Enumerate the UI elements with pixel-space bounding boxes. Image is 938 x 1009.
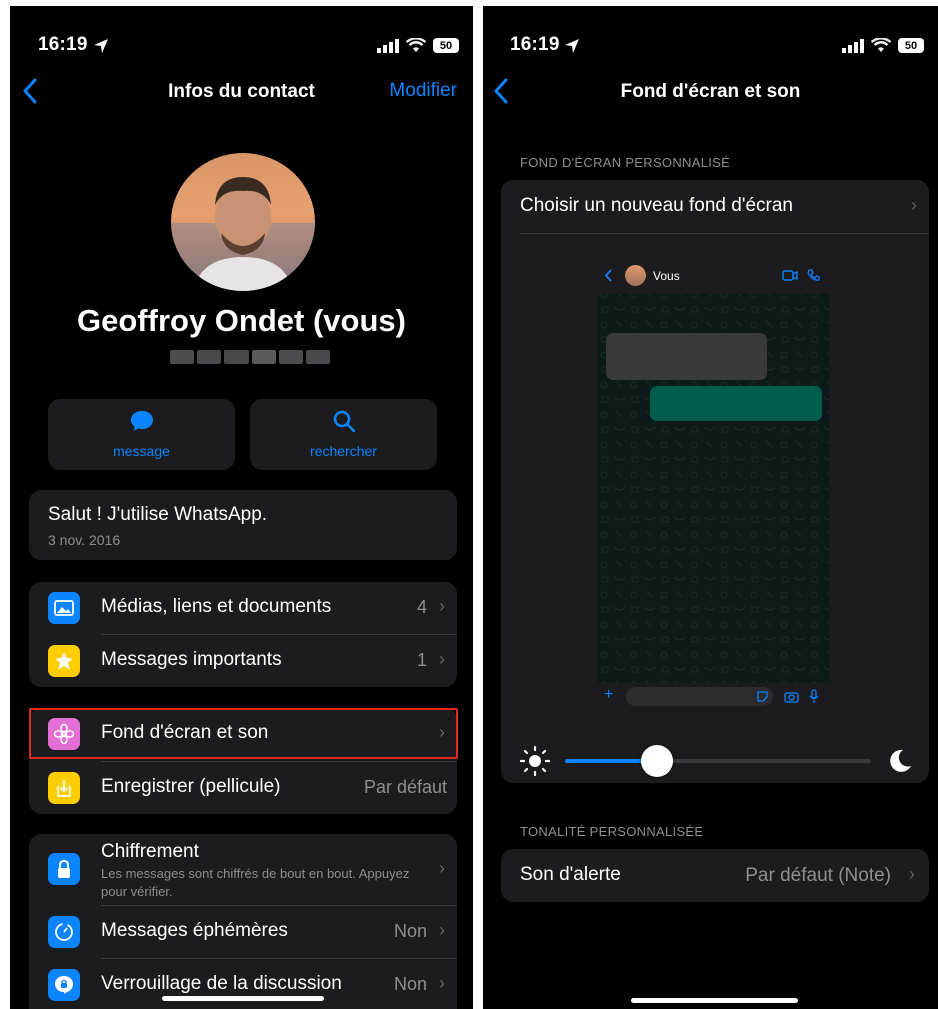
chevron-right-icon: › bbox=[439, 973, 445, 993]
brightness-slider[interactable] bbox=[565, 745, 871, 777]
list-item-value: Non bbox=[393, 921, 427, 941]
location-arrow-icon bbox=[94, 39, 108, 53]
list-item-label: Messages importants bbox=[101, 649, 282, 670]
status-time: 16:19 bbox=[38, 34, 88, 55]
home-indicator[interactable] bbox=[162, 996, 324, 1001]
preview-contact-name: Vous bbox=[653, 269, 680, 283]
chat-bubble-icon bbox=[131, 411, 153, 431]
chevron-right-icon: › bbox=[439, 649, 445, 669]
status-time: 16:19 bbox=[510, 34, 560, 55]
list-item-encryption[interactable]: Chiffrement Les messages sont chiffrés d… bbox=[29, 834, 457, 904]
wallpaper-doodle-pattern bbox=[598, 257, 829, 710]
message-action-label: message bbox=[113, 443, 170, 459]
wallpaper-sound-screen: 16:19 50 Fond d'écran et son FOND D'ÉCRA… bbox=[483, 6, 938, 1009]
brightness-slider-thumb[interactable] bbox=[640, 745, 673, 777]
phone-number-blurred bbox=[170, 350, 331, 364]
chevron-right-icon: › bbox=[439, 858, 445, 878]
phone-icon bbox=[807, 269, 820, 281]
message-action-button[interactable]: message bbox=[48, 399, 235, 470]
preview-incoming-bubble bbox=[606, 333, 767, 380]
preview-header: Vous bbox=[598, 257, 829, 294]
home-indicator[interactable] bbox=[631, 998, 798, 1003]
list-item-important[interactable]: Messages importants 1 › bbox=[29, 635, 457, 687]
privacy-group-card: Chiffrement Les messages sont chiffrés d… bbox=[29, 834, 457, 1009]
alert-sound-value: Par défaut (Note) bbox=[745, 865, 891, 886]
star-icon bbox=[48, 645, 80, 677]
chat-lock-icon bbox=[48, 969, 80, 1001]
list-item-label: Enregistrer (pellicule) bbox=[101, 776, 281, 797]
chevron-right-icon: › bbox=[439, 596, 445, 616]
wallpaper-card: Choisir un nouveau fond d'écran › Vous + bbox=[501, 180, 929, 783]
profile-photo bbox=[171, 177, 315, 291]
search-icon bbox=[333, 410, 356, 433]
wifi-icon bbox=[406, 38, 426, 52]
microphone-icon bbox=[809, 689, 819, 703]
photo-icon bbox=[48, 592, 80, 624]
wallpaper-section-header: FOND D'ÉCRAN PERSONNALISÉ bbox=[520, 155, 731, 170]
preview-text-field bbox=[626, 687, 773, 706]
cellular-signal-icon bbox=[842, 38, 864, 53]
avatar[interactable] bbox=[171, 153, 315, 291]
contact-info-screen: 16:19 50 Infos du contact Modifier Geoff… bbox=[10, 6, 473, 1009]
media-group-card: Médias, liens et documents 4 › Messages … bbox=[29, 582, 457, 687]
plus-icon: + bbox=[604, 686, 614, 703]
list-item-value: Non bbox=[393, 974, 427, 994]
preview-avatar bbox=[625, 265, 646, 286]
battery-icon: 50 bbox=[898, 38, 924, 53]
page-title: Fond d'écran et son bbox=[620, 81, 801, 102]
wifi-icon bbox=[871, 38, 891, 52]
camera-icon bbox=[784, 692, 799, 703]
list-item-label: Messages éphémères bbox=[101, 920, 288, 941]
save-icon bbox=[48, 772, 80, 804]
chevron-right-icon: › bbox=[911, 195, 917, 215]
video-call-icon bbox=[782, 270, 798, 281]
list-item-label: Verrouillage de la discussion bbox=[101, 973, 342, 994]
moon-icon bbox=[890, 749, 911, 772]
list-item-chat-lock[interactable]: Verrouillage de la discussion Non › bbox=[29, 959, 457, 1009]
sticker-icon bbox=[757, 691, 768, 702]
list-item-value: Par défaut bbox=[363, 777, 447, 797]
list-item-ephemeral[interactable]: Messages éphémères Non › bbox=[29, 906, 457, 958]
location-arrow-icon bbox=[565, 39, 579, 53]
contact-name: Geoffroy Ondet (vous) bbox=[77, 303, 406, 338]
about-date: 3 nov. 2016 bbox=[48, 532, 121, 548]
search-action-button[interactable]: rechercher bbox=[250, 399, 437, 470]
alert-sound-label: Son d'alerte bbox=[520, 864, 621, 885]
about-text: Salut ! J'utilise WhatsApp. bbox=[48, 504, 268, 525]
encryption-subtitle: Les messages sont chiffrés de bout en bo… bbox=[101, 866, 410, 899]
alert-sound-row[interactable]: Son d'alerte Par défaut (Note) › bbox=[501, 849, 929, 902]
list-item-count: 1 bbox=[416, 650, 427, 670]
edit-button[interactable]: Modifier bbox=[389, 80, 457, 102]
status-bar: 16:19 50 bbox=[483, 34, 938, 62]
tone-section-header: TONALITÉ PERSONNALISÉE bbox=[520, 824, 704, 839]
highlight-frame bbox=[29, 708, 458, 759]
timer-icon bbox=[48, 916, 80, 948]
list-item-save-camera-roll[interactable]: Enregistrer (pellicule) Par défaut bbox=[29, 762, 457, 814]
lock-icon bbox=[48, 853, 80, 885]
list-item-medias[interactable]: Médias, liens et documents 4 › bbox=[29, 582, 457, 634]
sun-icon bbox=[520, 746, 550, 776]
about-card[interactable]: Salut ! J'utilise WhatsApp. 3 nov. 2016 bbox=[29, 490, 457, 560]
list-item-label: Médias, liens et documents bbox=[101, 596, 332, 617]
preview-outgoing-bubble bbox=[650, 386, 822, 421]
chevron-right-icon: › bbox=[909, 864, 915, 884]
search-action-label: rechercher bbox=[310, 443, 377, 459]
preview-input-bar: + bbox=[598, 683, 829, 710]
choose-wallpaper-row[interactable]: Choisir un nouveau fond d'écran › bbox=[501, 180, 929, 233]
wallpaper-preview: Vous + bbox=[598, 257, 829, 710]
choose-wallpaper-label: Choisir un nouveau fond d'écran bbox=[520, 195, 793, 216]
battery-icon: 50 bbox=[433, 38, 459, 53]
status-bar: 16:19 50 bbox=[10, 34, 473, 62]
cellular-signal-icon bbox=[377, 38, 399, 53]
chevron-right-icon: › bbox=[439, 920, 445, 940]
list-item-count: 4 bbox=[416, 597, 427, 617]
back-chevron-icon bbox=[604, 269, 612, 282]
divider bbox=[520, 233, 929, 234]
list-item-label: Chiffrement bbox=[101, 841, 199, 862]
